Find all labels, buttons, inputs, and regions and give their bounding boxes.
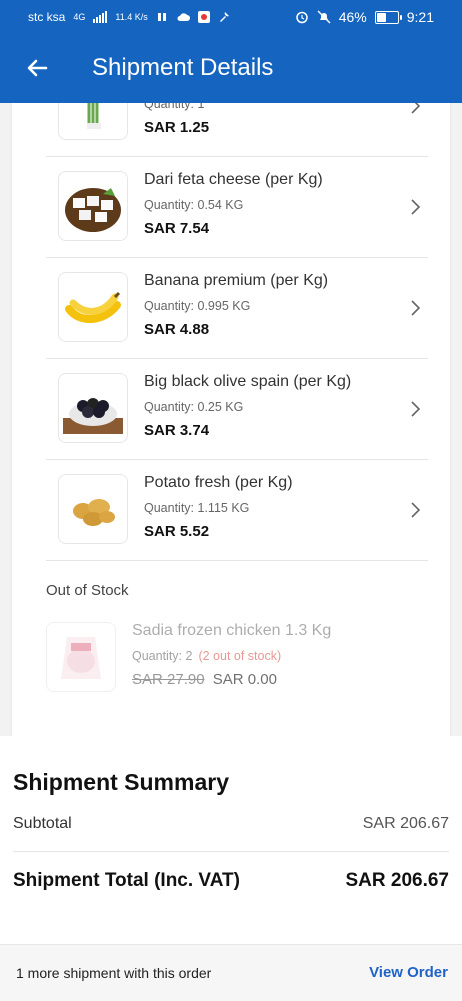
item-price: SAR 27.90 SAR 0.00 — [132, 671, 277, 688]
status-left: stc ksa 4G 11.4 K/s — [28, 10, 230, 24]
battery-fill — [376, 12, 386, 22]
product-image-banana — [58, 272, 128, 342]
wrench-icon — [218, 11, 230, 23]
chevron-right-icon — [410, 501, 422, 519]
alarm-icon — [295, 10, 309, 24]
total-label: Shipment Total (Inc. VAT) — [13, 870, 240, 891]
back-arrow-icon[interactable] — [24, 55, 50, 81]
item-name: Banana premium (per Kg) — [144, 272, 329, 289]
list-item[interactable]: Quantity: 1 SAR 1.25 — [46, 103, 428, 157]
shipment-summary: Shipment Summary Subtotal SAR 206.67 Shi… — [0, 736, 462, 944]
item-name: Big black olive spain (per Kg) — [144, 373, 352, 390]
status-right: 46% 9:21 — [295, 9, 434, 25]
notification-icon — [156, 11, 168, 23]
item-quantity: Quantity: 1.115 KG — [144, 501, 250, 515]
old-price: SAR 27.90 — [132, 671, 205, 688]
summary-title: Shipment Summary — [13, 769, 229, 795]
clock-label: 9:21 — [406, 9, 434, 25]
total-value: SAR 206.67 — [345, 870, 449, 891]
signal-icon — [93, 11, 108, 23]
items-scroll-area[interactable]: Quantity: 1 SAR 1.25 Dari feta cheese (p… — [0, 103, 462, 736]
item-price: SAR 1.25 — [144, 119, 210, 136]
item-quantity: Quantity: 2 (2 out of stock) — [132, 649, 281, 663]
list-item[interactable]: Potato fresh (per Kg) Quantity: 1.115 KG… — [46, 460, 428, 561]
out-of-stock-header: Out of Stock — [46, 582, 129, 599]
product-image-green-onion — [58, 103, 128, 140]
chevron-right-icon — [410, 400, 422, 418]
subtotal-value: SAR 206.67 — [362, 815, 449, 832]
battery-percent-label: 46% — [338, 9, 367, 25]
item-name: Sadia frozen chicken 1.3 Kg — [132, 622, 332, 639]
item-price: SAR 4.88 — [144, 321, 210, 338]
item-quantity: Quantity: 1 — [144, 103, 205, 111]
list-item[interactable]: Dari feta cheese (per Kg) Quantity: 0.54… — [46, 157, 428, 258]
product-image-frozen-chicken — [46, 622, 116, 692]
chevron-right-icon — [410, 198, 422, 216]
battery-icon — [374, 10, 402, 24]
item-quantity: Quantity: 0.995 KG — [144, 299, 251, 313]
app-notification-icon — [197, 11, 210, 23]
item-quantity: Quantity: 0.25 KG — [144, 400, 244, 414]
more-shipments-text: 1 more shipment with this order — [16, 965, 212, 981]
list-item[interactable]: Big black olive spain (per Kg) Quantity:… — [46, 359, 428, 460]
item-price: SAR 7.54 — [144, 220, 210, 237]
view-order-button[interactable]: View Order — [369, 964, 448, 981]
page-title: Shipment Details — [92, 54, 274, 81]
cloud-icon — [176, 11, 190, 23]
out-of-stock-warning: (2 out of stock) — [198, 649, 282, 663]
chevron-right-icon — [410, 103, 422, 115]
network-speed-label: 11.4 K/s — [115, 12, 148, 22]
item-quantity: Quantity: 0.54 KG — [144, 198, 244, 212]
app-bar: stc ksa 4G 11.4 K/s 46% 9:21 Shipment De… — [0, 0, 462, 103]
carrier-label: stc ksa — [28, 10, 66, 24]
status-bar: stc ksa 4G 11.4 K/s 46% 9:21 — [0, 0, 462, 34]
product-image-potato — [58, 474, 128, 544]
product-image-feta — [58, 171, 128, 241]
item-price: SAR 3.74 — [144, 422, 210, 439]
network-type-label: 4G — [73, 12, 86, 22]
product-image-black-olives — [58, 373, 128, 443]
list-item[interactable]: Banana premium (per Kg) Quantity: 0.995 … — [46, 258, 428, 359]
subtotal-label: Subtotal — [13, 815, 72, 832]
item-quantity-text: Quantity: 2 — [132, 649, 193, 663]
bottom-bar: 1 more shipment with this order View Ord… — [0, 944, 462, 1001]
out-of-stock-item[interactable]: Sadia frozen chicken 1.3 Kg Quantity: 2 (… — [34, 608, 416, 708]
mute-icon — [317, 10, 331, 24]
divider — [13, 851, 449, 852]
item-name: Dari feta cheese (per Kg) — [144, 171, 323, 188]
chevron-right-icon — [410, 299, 422, 317]
item-name: Potato fresh (per Kg) — [144, 474, 293, 491]
new-price: SAR 0.00 — [212, 671, 277, 688]
item-price: SAR 5.52 — [144, 523, 210, 540]
title-bar: Shipment Details — [0, 40, 462, 100]
